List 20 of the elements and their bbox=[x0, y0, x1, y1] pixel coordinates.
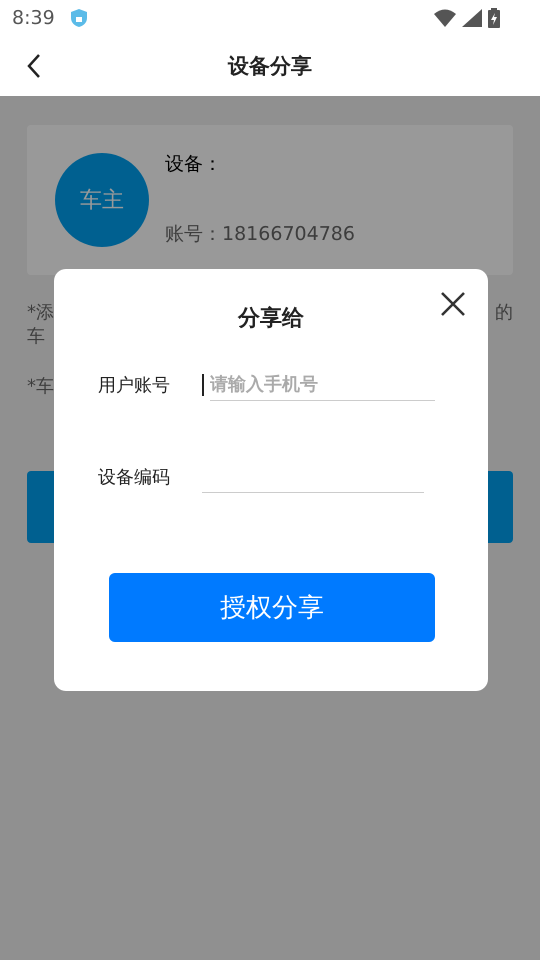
shield-icon bbox=[70, 9, 87, 27]
field-label: 用户账号 bbox=[98, 374, 171, 397]
dialog-title: 分享给 bbox=[236, 305, 305, 333]
field-label: 设备编码 bbox=[98, 466, 171, 489]
avatar: 车主 bbox=[55, 153, 149, 247]
battery-icon bbox=[488, 8, 500, 28]
signal-icon bbox=[462, 9, 482, 27]
device-label: 设备： bbox=[165, 152, 223, 177]
input-field[interactable]: 请输入手机号 bbox=[210, 370, 435, 400]
account-text: 账号：18166704786 bbox=[165, 222, 355, 247]
share-button[interactable]: 授权分享 bbox=[109, 573, 435, 642]
note-text: *添 bbox=[27, 301, 54, 325]
note-text: *车 bbox=[27, 375, 54, 399]
status-time: 8:39 bbox=[12, 7, 55, 29]
note-text: 的 bbox=[495, 301, 513, 325]
page-title: 设备分享 bbox=[228, 53, 312, 80]
back-icon[interactable] bbox=[26, 53, 42, 79]
wifi-icon bbox=[434, 9, 456, 27]
note-text: 车 bbox=[27, 325, 45, 349]
close-icon[interactable] bbox=[440, 291, 466, 317]
